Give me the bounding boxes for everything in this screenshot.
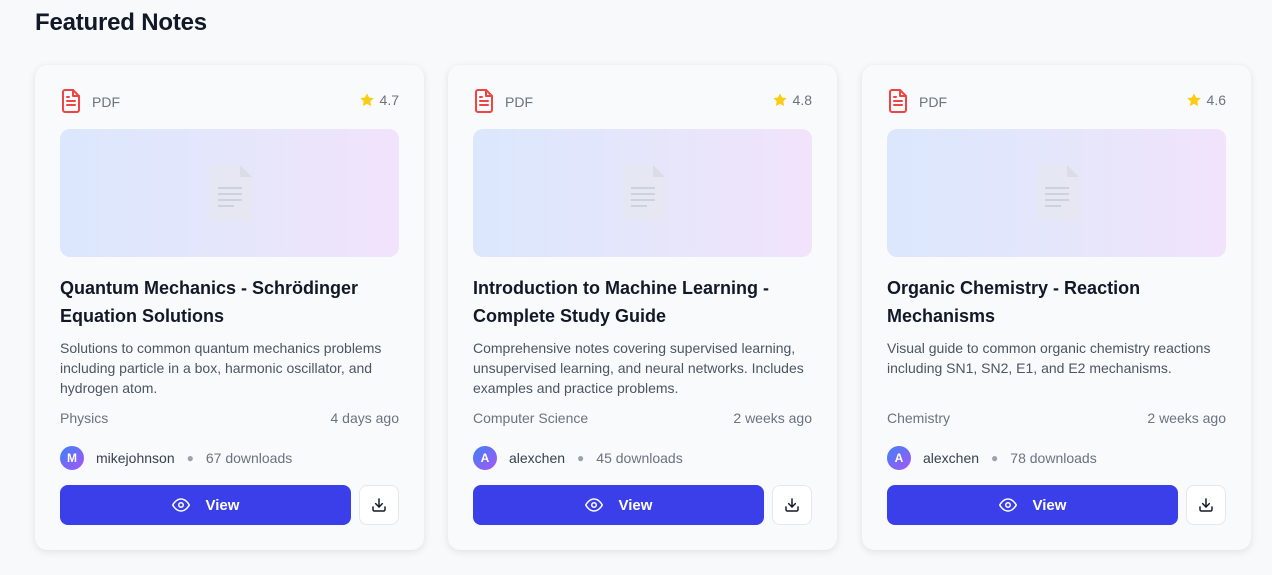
download-icon	[371, 497, 387, 513]
note-title[interactable]: Introduction to Machine Learning - Compl…	[473, 274, 815, 330]
author-name[interactable]: mikejohnson	[96, 450, 175, 466]
subject-label: Computer Science	[473, 410, 589, 426]
note-thumbnail[interactable]	[60, 129, 399, 257]
avatar[interactable]: M	[60, 446, 84, 470]
note-description: Visual guide to common organic chemistry…	[887, 340, 1211, 376]
star-icon	[1186, 92, 1202, 108]
document-placeholder-icon	[1033, 163, 1081, 223]
rating: 4.8	[772, 88, 812, 112]
separator-dot: ●	[991, 451, 999, 465]
note-meta: Computer Science 2 weeks ago	[473, 410, 812, 430]
file-text-icon	[887, 88, 909, 114]
author-name[interactable]: alexchen	[923, 450, 979, 466]
upload-date: 2 weeks ago	[733, 410, 812, 426]
note-meta: Chemistry 2 weeks ago	[887, 410, 1226, 430]
note-description: Comprehensive notes covering supervised …	[473, 340, 804, 396]
eye-icon	[171, 496, 190, 514]
download-button[interactable]	[772, 485, 812, 525]
document-placeholder-icon	[619, 163, 667, 223]
separator-dot: ●	[186, 451, 194, 465]
file-type: PDF	[60, 88, 120, 114]
file-type: PDF	[473, 88, 533, 114]
avatar[interactable]: A	[887, 446, 911, 470]
file-type-label: PDF	[919, 94, 947, 110]
note-meta: Physics 4 days ago	[60, 410, 399, 430]
download-count: 67 downloads	[205, 450, 293, 466]
upload-date: 2 weeks ago	[1147, 410, 1226, 426]
notes-grid: PDF 4.7 Quantum Mechanics - Schrödinger …	[35, 65, 1251, 550]
file-type-label: PDF	[92, 94, 120, 110]
note-card: PDF 4.7 Quantum Mechanics - Schrödinger …	[35, 65, 424, 550]
avatar[interactable]: A	[473, 446, 497, 470]
rating-value: 4.6	[1206, 92, 1226, 108]
file-text-icon	[60, 88, 82, 114]
subject-label: Physics	[60, 410, 109, 426]
view-button-label: View	[1032, 496, 1067, 514]
download-button[interactable]	[1186, 485, 1226, 525]
note-card: PDF 4.6 Organic Chemistry - Reaction Mec…	[862, 65, 1251, 550]
eye-icon	[584, 496, 603, 514]
rating-value: 4.8	[792, 92, 812, 108]
card-header: PDF 4.8	[473, 88, 812, 114]
rating-value: 4.7	[379, 92, 399, 108]
view-button[interactable]: View	[60, 485, 351, 525]
note-title[interactable]: Quantum Mechanics - Schrödinger Equation…	[60, 274, 402, 330]
author-name[interactable]: alexchen	[509, 450, 565, 466]
author-row: M mikejohnson ● 67 downloads	[60, 445, 399, 471]
file-text-icon	[473, 88, 495, 114]
note-thumbnail[interactable]	[887, 129, 1226, 257]
download-button[interactable]	[359, 485, 399, 525]
rating: 4.6	[1186, 88, 1226, 112]
view-button-label: View	[618, 496, 653, 514]
section-title: Featured Notes	[35, 9, 207, 36]
author-row: A alexchen ● 45 downloads	[473, 445, 812, 471]
rating: 4.7	[359, 88, 399, 112]
note-card: PDF 4.8 Introduction to Machine Learning…	[448, 65, 837, 550]
upload-date: 4 days ago	[330, 410, 400, 426]
download-icon	[1198, 497, 1214, 513]
eye-icon	[998, 496, 1017, 514]
download-icon	[784, 497, 800, 513]
file-type: PDF	[887, 88, 947, 114]
note-description: Solutions to common quantum mechanics pr…	[60, 340, 382, 396]
note-title[interactable]: Organic Chemistry - Reaction Mechanisms	[887, 274, 1229, 330]
view-button[interactable]: View	[887, 485, 1178, 525]
document-placeholder-icon	[206, 163, 254, 223]
card-header: PDF 4.6	[887, 88, 1226, 114]
card-header: PDF 4.7	[60, 88, 399, 114]
view-button[interactable]: View	[473, 485, 764, 525]
separator-dot: ●	[577, 451, 585, 465]
author-row: A alexchen ● 78 downloads	[887, 445, 1226, 471]
view-button-label: View	[205, 496, 240, 514]
download-count: 45 downloads	[596, 450, 683, 466]
subject-label: Chemistry	[887, 410, 951, 426]
file-type-label: PDF	[505, 94, 533, 110]
star-icon	[359, 92, 375, 108]
note-thumbnail[interactable]	[473, 129, 812, 257]
download-count: 78 downloads	[1010, 450, 1097, 466]
star-icon	[772, 92, 788, 108]
